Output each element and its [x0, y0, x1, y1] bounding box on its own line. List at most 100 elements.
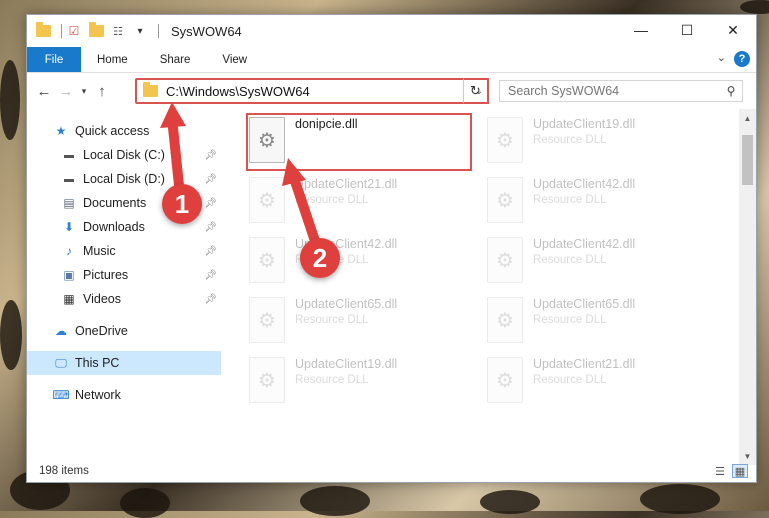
file-name: UpdateClient42.dll: [533, 177, 636, 191]
downloads-icon: ⬇: [63, 220, 75, 234]
sidebar-item-label: Network: [75, 388, 121, 402]
gear-file-icon: ⚙: [249, 177, 285, 223]
tab-home[interactable]: Home: [81, 47, 144, 72]
videos-icon: ▦: [63, 292, 75, 306]
expand-ribbon-icon[interactable]: ⌄: [717, 51, 726, 64]
music-icon: ♪: [66, 244, 72, 258]
sidebar-item-label: This PC: [75, 356, 120, 370]
sidebar-item-label: Local Disk (C:): [83, 148, 165, 162]
customize-toolbar-icon[interactable]: ☷: [110, 23, 126, 39]
file-type: Resource DLL: [533, 314, 607, 326]
file-item[interactable]: ⚙ UpdateClient19.dll Resource DLL: [487, 117, 711, 173]
explorer-window: ☑ ☷ ▾ SysWOW64 — ☐ ✕ File Home Share Vie…: [26, 14, 757, 483]
gear-file-icon: ⚙: [487, 177, 523, 223]
file-item[interactable]: ⚙ UpdateClient42.dllResource DLL: [249, 237, 473, 293]
file-name: UpdateClient19.dll: [533, 117, 636, 131]
sidebar-item-label: Documents: [83, 196, 147, 210]
documents-icon: ▤: [63, 196, 75, 210]
sidebar-item-label: Videos: [83, 292, 121, 306]
folder-icon[interactable]: [35, 22, 51, 39]
pin-icon[interactable]: 📌︎: [204, 198, 217, 209]
file-type: Resource DLL: [533, 254, 607, 266]
navigation-bar: ← → ▾ ↑ C:\Windows\SysWOW64 ⌄ ↻ ⚲: [27, 73, 756, 109]
file-item[interactable]: ⚙ UpdateClient21.dll Resource DLL: [487, 357, 711, 413]
gear-file-icon: ⚙: [487, 357, 523, 403]
navigation-pane: ★ Quick access ▬ Local Disk (C:) 📌︎ ▬ Lo…: [27, 109, 221, 465]
file-name: UpdateClient65.dll: [533, 297, 636, 311]
address-path[interactable]: C:\Windows\SysWOW64: [166, 84, 471, 99]
refresh-button[interactable]: ↻: [463, 78, 489, 104]
chevron-down-icon[interactable]: ▾: [132, 23, 148, 39]
properties-icon[interactable]: ☑: [66, 23, 82, 39]
search-box[interactable]: ⚲: [499, 80, 743, 102]
forward-arrow-icon[interactable]: →: [55, 80, 77, 102]
tab-share[interactable]: Share: [144, 47, 207, 72]
pin-icon[interactable]: 📌︎: [204, 174, 217, 185]
file-item[interactable]: ⚙ UpdateClient42.dll Resource DLL: [487, 177, 711, 233]
search-input[interactable]: [508, 84, 720, 98]
sidebar-item-local-disk-c[interactable]: ▬ Local Disk (C:) 📌︎: [27, 143, 221, 167]
file-type: Resource DLL: [295, 314, 369, 326]
scroll-up-icon[interactable]: ▲: [739, 111, 756, 125]
window-controls: — ☐ ✕: [618, 15, 756, 45]
file-item[interactable]: ⚙ UpdateClient21.dll Resource DLL: [249, 177, 473, 233]
file-item[interactable]: ⚙ UpdateClient19.dll Resource DLL: [249, 357, 473, 413]
vertical-scrollbar[interactable]: ▲ ▼: [739, 109, 756, 465]
status-bar: 198 items ☰ ▦: [27, 460, 756, 482]
scroll-thumb[interactable]: [742, 135, 753, 185]
file-name: UpdateClient21.dll: [295, 177, 398, 191]
gear-file-icon: ⚙: [487, 297, 523, 343]
file-type: Resource DLL: [533, 134, 607, 146]
search-icon[interactable]: ⚲: [720, 84, 742, 98]
file-item[interactable]: ⚙ UpdateClient65.dll Resource DLL: [487, 297, 711, 353]
callout-1: 1: [162, 184, 202, 224]
pin-icon[interactable]: 📌︎: [204, 294, 217, 305]
tiles-view-icon[interactable]: ▦: [732, 464, 748, 478]
pin-icon[interactable]: 📌︎: [204, 246, 217, 257]
gear-file-icon: ⚙: [249, 237, 285, 283]
file-name: UpdateClient65.dll: [295, 297, 398, 311]
refresh-icon: ↻: [470, 83, 481, 98]
ribbon-tabs: File Home Share View ⌄ ?: [27, 47, 756, 73]
back-arrow-icon[interactable]: ←: [33, 80, 55, 102]
explorer-body: ★ Quick access ▬ Local Disk (C:) 📌︎ ▬ Lo…: [27, 109, 756, 465]
file-list: ⚙ donipcie.dll ⚙ UpdateClient19.dll Resou…: [221, 109, 756, 465]
gear-file-icon: ⚙: [249, 357, 285, 403]
sidebar-item-this-pc[interactable]: 🖵︎ This PC: [27, 351, 221, 375]
help-icon[interactable]: ?: [734, 51, 750, 67]
file-item[interactable]: ⚙ UpdateClient65.dll Resource DLL: [249, 297, 473, 353]
folder-icon: [143, 82, 158, 97]
sidebar-item-quick-access[interactable]: ★ Quick access: [27, 119, 221, 143]
sidebar-item-videos[interactable]: ▦ Videos 📌︎: [27, 287, 221, 311]
address-bar[interactable]: C:\Windows\SysWOW64 ⌄: [135, 78, 489, 104]
drive-icon: ▬: [64, 149, 74, 161]
up-arrow-icon[interactable]: ↑: [91, 80, 113, 102]
file-type: Resource DLL: [533, 194, 607, 206]
file-type: Resource DLL: [295, 374, 369, 386]
gear-file-icon: ⚙: [487, 237, 523, 283]
sidebar-item-pictures[interactable]: ▣ Pictures 📌︎: [27, 263, 221, 287]
file-item[interactable]: ⚙ UpdateClient42.dllResource DLL: [487, 237, 711, 293]
sidebar-item-onedrive[interactable]: ☁ OneDrive: [27, 319, 221, 343]
sidebar-item-network[interactable]: ⌨ Network: [27, 383, 221, 407]
details-view-icon[interactable]: ☰: [712, 464, 728, 478]
sidebar-item-music[interactable]: ♪ Music 📌︎: [27, 239, 221, 263]
pin-icon[interactable]: 📌︎: [204, 270, 217, 281]
file-type: Resource DLL: [533, 374, 607, 386]
maximize-button[interactable]: ☐: [664, 15, 710, 45]
highlight-box: [246, 113, 472, 171]
new-folder-icon[interactable]: [88, 22, 104, 39]
minimize-button[interactable]: —: [618, 15, 664, 45]
sidebar-item-label: Quick access: [75, 124, 150, 138]
computer-icon: 🖵︎: [55, 355, 67, 370]
tab-view[interactable]: View: [206, 47, 263, 72]
view-switcher: ☰ ▦: [712, 464, 748, 478]
close-button[interactable]: ✕: [710, 15, 756, 45]
separator: [61, 24, 62, 38]
title-bar: ☑ ☷ ▾ SysWOW64 — ☐ ✕: [27, 15, 756, 47]
tab-file[interactable]: File: [27, 47, 81, 72]
pin-icon[interactable]: 📌︎: [204, 222, 217, 233]
pin-icon[interactable]: 📌︎: [204, 150, 217, 161]
recent-locations-icon[interactable]: ▾: [77, 80, 91, 102]
file-type: Resource DLL: [295, 194, 369, 206]
